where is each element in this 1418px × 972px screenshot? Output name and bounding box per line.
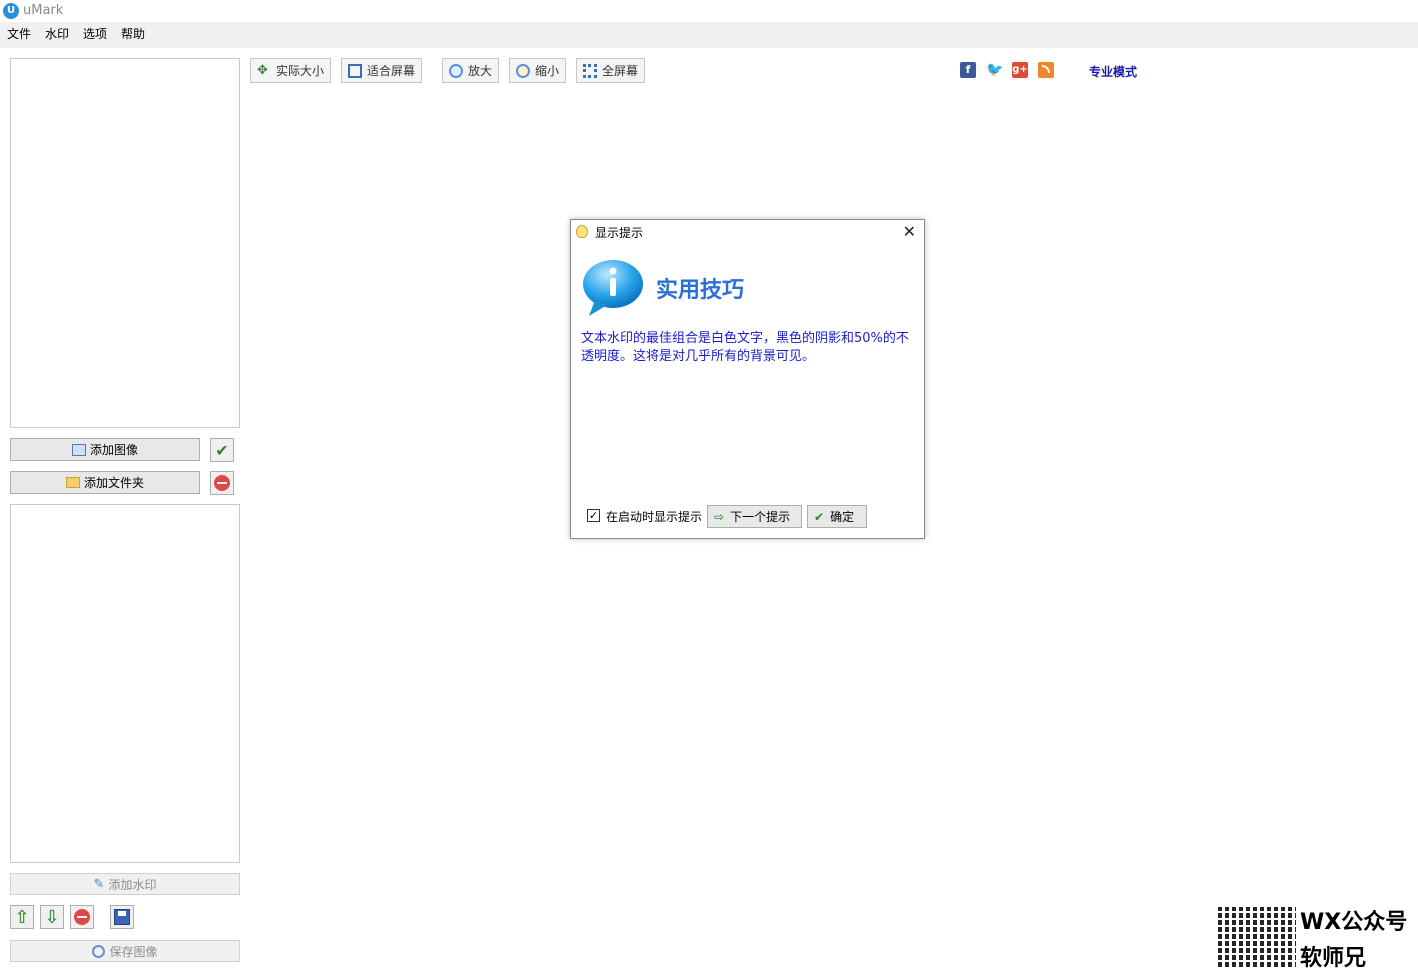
save-image-label: 保存图像 <box>109 944 158 959</box>
zoom-in-icon <box>449 63 463 78</box>
googleplus-icon[interactable]: g+ <box>1012 62 1028 78</box>
arrow-down-icon: ⇩ <box>44 906 60 928</box>
remove-icon <box>214 475 230 491</box>
delete-watermark-button[interactable] <box>70 905 94 929</box>
add-watermark-button[interactable]: ✎ 添加水印 <box>10 873 240 895</box>
zoom-out-label: 缩小 <box>535 64 560 78</box>
close-icon[interactable]: ✕ <box>903 222 916 241</box>
app-logo-icon: U <box>3 3 19 19</box>
next-tip-label: 下一个提示 <box>730 510 791 524</box>
image-list[interactable] <box>10 58 240 428</box>
rss-icon[interactable] <box>1038 62 1054 78</box>
actual-size-label: 实际大小 <box>276 64 325 78</box>
fit-screen-button[interactable]: 适合屏幕 <box>341 58 422 83</box>
overlay-text-line2: 软师兄 <box>1300 946 1367 971</box>
zoom-in-label: 放大 <box>468 64 493 78</box>
save-image-button[interactable]: 保存图像 <box>10 940 240 962</box>
tip-dialog: 显示提示 ✕ 实用技巧 文本水印的最佳组合是白色文字，黑色的阴影和50%的不透明… <box>570 219 925 539</box>
zoom-out-button[interactable]: 缩小 <box>509 58 566 83</box>
add-folder-icon <box>65 477 80 488</box>
menu-bar: 文件 水印 选项 帮助 <box>0 22 1418 48</box>
arrow-right-icon: ⇨ <box>714 509 725 524</box>
menu-help[interactable]: 帮助 <box>121 25 145 42</box>
move-up-button[interactable]: ⇧ <box>10 905 34 929</box>
add-image-icon <box>71 443 86 456</box>
add-image-label: 添加图像 <box>89 443 138 457</box>
dialog-title: 显示提示 <box>595 226 644 240</box>
menu-options[interactable]: 选项 <box>83 25 107 42</box>
floppy-disk-icon <box>114 909 130 925</box>
ok-button[interactable]: ✔ 确定 <box>807 505 867 528</box>
fullscreen-label: 全屏幕 <box>602 64 639 78</box>
move-down-button[interactable]: ⇩ <box>40 905 64 929</box>
confirm-button[interactable]: ✔ <box>210 438 234 462</box>
lightbulb-icon <box>576 225 588 238</box>
actual-size-button[interactable]: ✥ 实际大小 <box>250 58 331 83</box>
save-watermark-button[interactable] <box>110 905 134 929</box>
add-watermark-label: 添加水印 <box>108 877 157 892</box>
arrow-up-icon: ⇧ <box>14 906 30 928</box>
checkmark-icon: ✔ <box>215 440 229 460</box>
info-bubble-icon <box>583 260 643 316</box>
remove-icon <box>74 909 90 925</box>
facebook-icon[interactable]: f <box>960 62 976 78</box>
save-image-icon <box>92 944 106 958</box>
fullscreen-button[interactable]: 全屏幕 <box>576 58 645 83</box>
watermark-pen-icon: ✎ <box>93 876 105 892</box>
fit-screen-icon <box>348 63 362 78</box>
watermark-list[interactable] <box>10 504 240 863</box>
next-tip-button[interactable]: ⇨ 下一个提示 <box>707 505 802 528</box>
move-arrows-icon: ✥ <box>257 62 268 78</box>
window-title: uMark <box>23 3 64 18</box>
fullscreen-icon <box>583 63 597 78</box>
show-on-startup-checkbox[interactable]: ✓ <box>587 509 600 522</box>
zoom-in-button[interactable]: 放大 <box>442 58 499 83</box>
checkmark-icon: ✔ <box>814 509 825 524</box>
add-image-button[interactable]: 添加图像 <box>10 438 200 461</box>
fit-screen-label: 适合屏幕 <box>367 64 416 78</box>
ok-label: 确定 <box>830 510 855 524</box>
dialog-heading: 实用技巧 <box>656 278 745 303</box>
zoom-out-icon <box>516 63 530 78</box>
overlay-text-line1: WX公众号 <box>1300 910 1408 935</box>
menu-file[interactable]: 文件 <box>7 25 31 42</box>
menu-watermark[interactable]: 水印 <box>45 25 69 42</box>
title-bar: U uMark <box>0 0 1418 22</box>
show-on-startup-label: 在启动时显示提示 <box>606 510 703 524</box>
add-folder-label: 添加文件夹 <box>83 476 144 490</box>
pro-mode-link[interactable]: 专业模式 <box>1089 63 1137 80</box>
tip-text: 文本水印的最佳组合是白色文字，黑色的阴影和50%的不透明度。这将是对几乎所有的背… <box>581 331 909 364</box>
twitter-icon[interactable]: 🐦 <box>986 62 1003 78</box>
add-folder-button[interactable]: 添加文件夹 <box>10 471 200 494</box>
remove-button[interactable] <box>210 471 234 495</box>
